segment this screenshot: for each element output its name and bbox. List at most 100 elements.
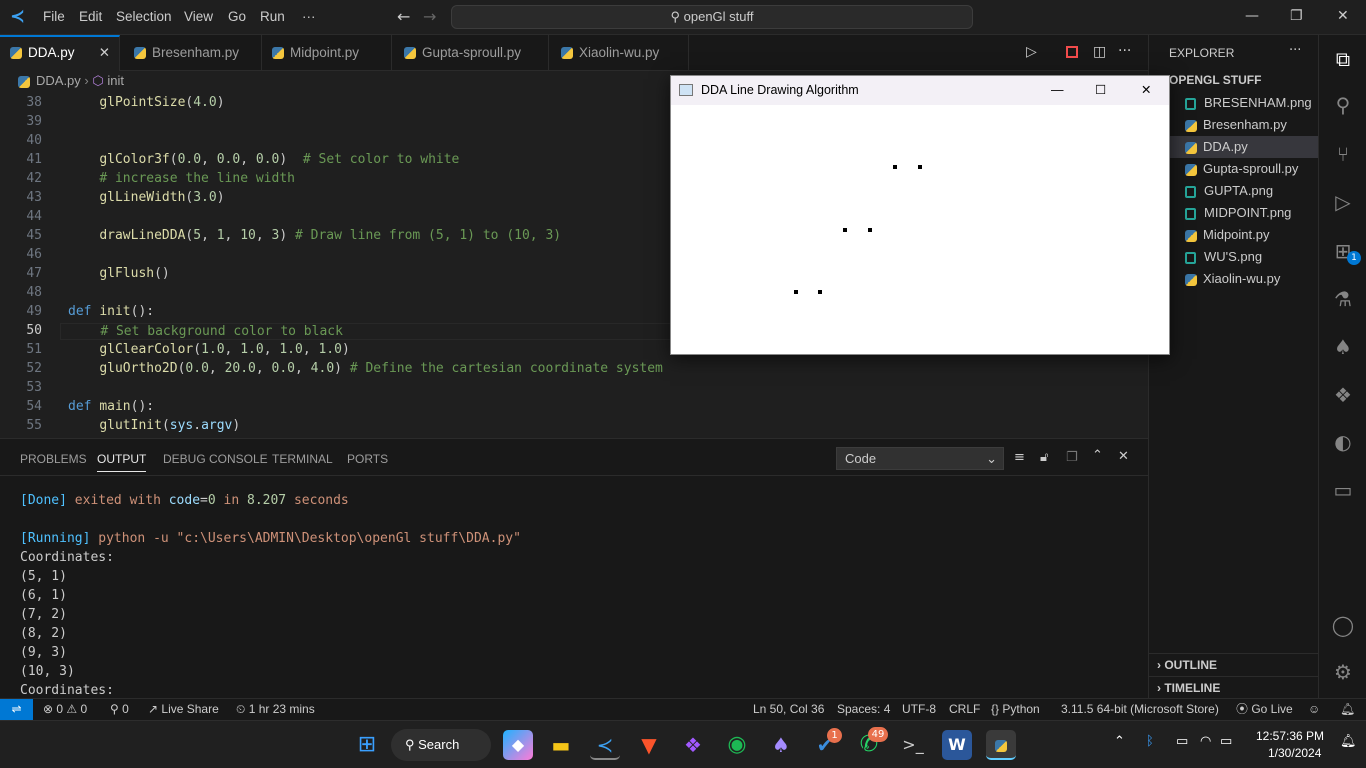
python-app-icon[interactable]	[986, 730, 1016, 760]
code-line[interactable]: glLineWidth(3.0)	[68, 190, 224, 205]
folder-header[interactable]: OPENGL STUFF	[1169, 73, 1261, 87]
menu-more[interactable]: ···	[302, 9, 316, 24]
opengl-window-titlebar[interactable]: DDA Line Drawing Algorithm — ☐ ✕	[671, 76, 1169, 105]
clock-date[interactable]: 1/30/2024	[1268, 746, 1321, 760]
tab-ports[interactable]: PORTS	[347, 452, 388, 466]
game-controller-icon[interactable]: ♠	[766, 730, 796, 760]
menu-run[interactable]: Run	[260, 9, 285, 24]
explorer-file-item[interactable]: WU'S.png	[1149, 246, 1319, 268]
cursor-position[interactable]: Ln 50, Col 36	[753, 699, 824, 720]
explorer-file-item[interactable]: DDA.py	[1149, 136, 1319, 158]
code-line[interactable]: drawLineDDA(5, 1, 10, 3) # Draw line fro…	[68, 228, 561, 243]
bluetooth-icon[interactable]: ᛒ	[1146, 734, 1154, 749]
timeline-section[interactable]: › TIMELINE	[1149, 676, 1319, 695]
tab-debug-console[interactable]: DEBUG CONSOLE	[163, 452, 268, 466]
search-icon[interactable]: ⚲	[1331, 93, 1355, 117]
menu-file[interactable]: File	[43, 9, 65, 24]
explorer-file-item[interactable]: BRESENHAM.png	[1149, 92, 1319, 114]
file-explorer-icon[interactable]: ▬	[546, 730, 576, 760]
code-line[interactable]: def init():	[68, 304, 154, 319]
code-line[interactable]: glColor3f(0.0, 0.0, 0.0) # Set color to …	[68, 152, 459, 167]
close-icon[interactable]: ✕	[1337, 8, 1349, 24]
figma-icon[interactable]: ❖	[1331, 383, 1355, 407]
chat-icon[interactable]: ▭	[1331, 478, 1355, 502]
explorer-file-item[interactable]: Bresenham.py	[1149, 114, 1319, 136]
indentation-status[interactable]: Spaces: 4	[837, 699, 890, 720]
split-editor-icon[interactable]: ◫	[1093, 44, 1106, 60]
wifi-icon[interactable]: ◠	[1200, 734, 1211, 749]
code-line[interactable]: glPointSize(4.0)	[68, 95, 224, 110]
close-icon[interactable]: ✕	[1141, 76, 1151, 105]
code-line[interactable]: gluOrtho2D(0.0, 20.0, 0.0, 4.0) # Define…	[68, 361, 663, 376]
run-icon[interactable]: ▷	[1026, 44, 1037, 60]
ports-status[interactable]: ⚲ 0	[110, 699, 129, 720]
explorer-file-item[interactable]: GUPTA.png	[1149, 180, 1319, 202]
terminal-app-icon[interactable]: >_	[898, 730, 928, 760]
live-share-button[interactable]: ↗ Live Share	[148, 699, 219, 720]
notifications-bell-icon[interactable]: 🔔︎	[1340, 699, 1355, 720]
copy-icon[interactable]: ❐	[1066, 450, 1078, 465]
copilot-app-icon[interactable]: ◆	[503, 730, 533, 760]
encoding-status[interactable]: UTF-8	[902, 699, 936, 720]
tab-terminal[interactable]: TERMINAL	[272, 452, 333, 466]
source-control-icon[interactable]: ⑂	[1331, 142, 1355, 166]
go-live-button[interactable]: ⦿ Go Live	[1236, 699, 1293, 720]
outline-section[interactable]: › OUTLINE	[1149, 653, 1319, 672]
accounts-icon[interactable]: ◯	[1331, 613, 1355, 637]
output-content[interactable]: [Done] exited with code=0 in 8.207 secon…	[0, 475, 1148, 699]
more-actions-icon[interactable]: ···	[1118, 43, 1131, 59]
more-actions-icon[interactable]: ···	[1289, 43, 1301, 58]
taskbar-search[interactable]: ⚲ Search	[391, 729, 491, 761]
tab-xiaolin-wu[interactable]: Xiaolin-wu.py	[549, 35, 689, 71]
explorer-icon[interactable]: ⧉	[1331, 47, 1355, 71]
windows-start-icon[interactable]: ⊞	[352, 730, 382, 760]
remote-icon[interactable]: ◐	[1331, 430, 1355, 454]
code-line[interactable]: glutInit(sys.argv)	[68, 418, 240, 433]
tab-gupta-sproull[interactable]: Gupta-sproull.py	[392, 35, 549, 71]
menu-edit[interactable]: Edit	[79, 9, 102, 24]
tab-dda[interactable]: DDA.py ✕	[0, 35, 120, 71]
code-line[interactable]: def main():	[68, 399, 154, 414]
explorer-file-item[interactable]: Midpoint.py	[1149, 224, 1319, 246]
code-line[interactable]: glClearColor(1.0, 1.0, 1.0, 1.0)	[68, 342, 349, 357]
timer-status[interactable]: ⏲ 1 hr 23 mins	[236, 699, 315, 720]
minimize-icon[interactable]: —	[1051, 76, 1064, 105]
forward-arrow-icon[interactable]: →	[423, 7, 436, 26]
mongodb-icon[interactable]: ♠	[1331, 335, 1355, 359]
notification-center-icon[interactable]: 🔔︎	[1340, 734, 1357, 749]
stop-icon[interactable]	[1066, 46, 1078, 58]
code-line[interactable]: glFlush()	[68, 266, 169, 281]
settings-gear-icon[interactable]: ⚙	[1331, 660, 1355, 684]
python-interpreter[interactable]: 3.11.5 64-bit (Microsoft Store)	[1061, 699, 1219, 720]
maximize-icon[interactable]: ☐	[1095, 76, 1106, 105]
vscode-app-icon[interactable]: ≺	[590, 730, 620, 760]
battery-icon[interactable]: ▭	[1220, 734, 1232, 749]
menu-selection[interactable]: Selection	[116, 9, 172, 24]
menu-view[interactable]: View	[184, 9, 213, 24]
opengl-canvas[interactable]	[671, 105, 1169, 354]
command-center-search[interactable]: ⚲ openGl stuff	[451, 5, 973, 29]
language-mode[interactable]: {} Python	[991, 699, 1040, 720]
filter-lines-icon[interactable]: ≡	[1014, 450, 1025, 465]
display-icon[interactable]: ▭	[1176, 734, 1188, 749]
explorer-file-item[interactable]: MIDPOINT.png	[1149, 202, 1319, 224]
eol-status[interactable]: CRLF	[949, 699, 980, 720]
explorer-file-item[interactable]: Gupta-sproull.py	[1149, 158, 1319, 180]
menu-go[interactable]: Go	[228, 9, 246, 24]
testing-icon[interactable]: ⚗	[1331, 287, 1355, 311]
minimize-icon[interactable]: —	[1245, 8, 1259, 24]
opengl-window[interactable]: DDA Line Drawing Algorithm — ☐ ✕	[670, 75, 1170, 355]
remote-indicator-icon[interactable]: ⇌	[0, 699, 33, 720]
figma-app-icon[interactable]: ❖	[678, 730, 708, 760]
tab-problems[interactable]: PROBLEMS	[20, 452, 87, 466]
restore-icon[interactable]: ❐	[1290, 8, 1303, 24]
word-app-icon[interactable]: W	[942, 730, 972, 760]
breadcrumb-file[interactable]: DDA.py	[36, 73, 81, 88]
breadcrumb-symbol[interactable]: init	[107, 73, 124, 88]
lock-icon[interactable]: 🔓︎	[1040, 450, 1048, 465]
close-panel-icon[interactable]: ✕	[1118, 449, 1129, 464]
problems-status[interactable]: ⊗ 0 ⚠ 0	[43, 699, 87, 720]
explorer-file-item[interactable]: Xiaolin-wu.py	[1149, 268, 1319, 290]
tab-output[interactable]: OUTPUT	[97, 452, 147, 472]
copilot-icon[interactable]: ☺	[1308, 699, 1320, 720]
